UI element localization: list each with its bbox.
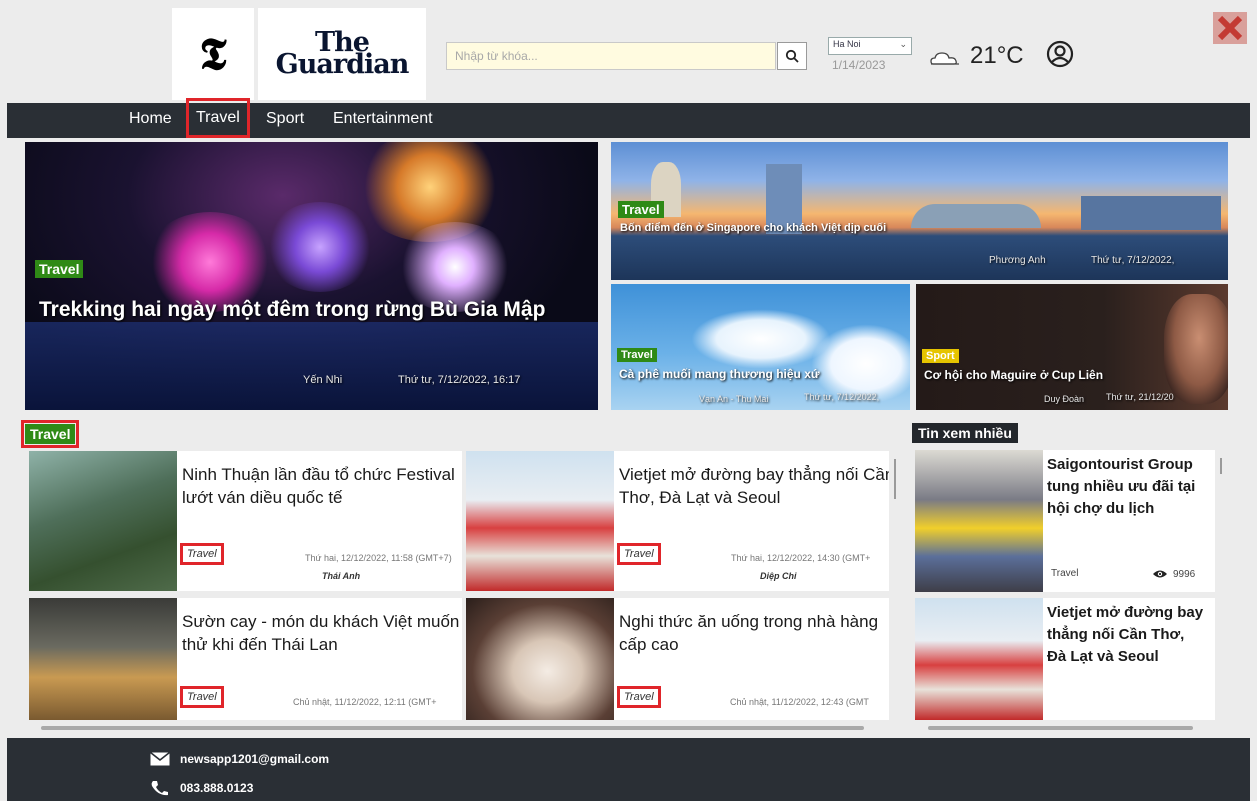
hero-bottom-left-title[interactable]: Cà phê muối mang thương hiệu xứ	[619, 367, 820, 381]
nyt-logo-glyph: 𝕿	[199, 28, 227, 80]
hero-main-image-part	[265, 202, 375, 292]
hero-top-right-title[interactable]: Bốn điểm đến ở Singapore cho khách Việt …	[620, 222, 886, 234]
article-thumbnail	[466, 451, 614, 591]
nav-item-home[interactable]: Home	[129, 110, 172, 128]
article-card[interactable]: Sườn cay - món du khách Việt muốn thử kh…	[29, 598, 462, 720]
section-travel-header[interactable]: Travel	[21, 420, 80, 448]
hero-main-tag[interactable]: Travel	[35, 260, 84, 278]
article-date: Chủ nhật, 11/12/2022, 12:11 (GMT+	[293, 697, 437, 707]
hero-main-card[interactable]: Travel Trekking hai ngày một đêm trong r…	[25, 142, 598, 410]
hero-bottom-left-date: Thứ tư, 7/12/2022,	[804, 392, 880, 402]
article-thumbnail	[29, 598, 177, 720]
most-viewed-vertical-scrollbar[interactable]	[1220, 458, 1222, 474]
search-icon	[785, 49, 799, 63]
footer: newsapp1201@gmail.com 083.888.0123	[7, 738, 1250, 801]
article-date: Thứ hai, 12/12/2022, 14:30 (GMT+	[731, 553, 871, 563]
guardian-logo[interactable]: The Guardian	[258, 8, 426, 100]
hero-bottom-right-image	[1164, 294, 1228, 404]
hero-top-right-image-part	[1081, 196, 1221, 230]
mail-icon	[150, 752, 170, 766]
hero-top-right-tag[interactable]: Travel	[618, 201, 664, 218]
article-title[interactable]: Ninh Thuận lần đầu tổ chức Festival lướt…	[182, 463, 462, 509]
eye-icon	[1153, 570, 1167, 578]
close-button[interactable]	[1213, 12, 1247, 44]
city-select-value: Ha Noi	[833, 39, 861, 49]
article-tag[interactable]: Travel	[180, 686, 224, 708]
nav-item-entertainment[interactable]: Entertainment	[333, 110, 433, 128]
most-viewed-title[interactable]: Vietjet mở đường bay thẳng nối Cần Thơ, …	[1047, 602, 1207, 668]
article-title[interactable]: Vietjet mở đường bay thẳng nối Cần Thơ, …	[619, 463, 889, 509]
hero-bottom-right-tag[interactable]: Sport	[922, 349, 959, 363]
city-select[interactable]: Ha Noi ⌄	[828, 37, 912, 55]
most-viewed-horizontal-scrollbar[interactable]	[928, 726, 1193, 730]
phone-icon	[151, 781, 168, 796]
close-icon	[1217, 15, 1243, 41]
article-tag[interactable]: Travel	[180, 543, 224, 565]
main-nav: Home Travel Sport Entertainment	[7, 98, 1250, 138]
article-thumbnail	[466, 598, 614, 720]
article-author: Diệp Chi	[760, 571, 797, 581]
search-button[interactable]	[777, 42, 807, 70]
chevron-down-icon: ⌄	[899, 39, 907, 49]
hero-bottom-left-card[interactable]: Travel Cà phê muối mang thương hiệu xứ V…	[611, 284, 910, 410]
article-thumbnail	[29, 451, 177, 591]
nav-item-travel[interactable]: Travel	[186, 98, 250, 138]
article-title[interactable]: Nghi thức ăn uống trong nhà hàng cấp cao	[619, 610, 889, 656]
hero-bottom-right-date: Thứ tư, 21/12/20	[1106, 392, 1174, 402]
hero-top-right-date: Thứ tư, 7/12/2022,	[1091, 255, 1175, 266]
article-tag[interactable]: Travel	[617, 686, 661, 708]
article-tag[interactable]: Travel	[617, 543, 661, 565]
most-viewed-thumbnail	[915, 598, 1043, 720]
article-author: Thái Anh	[322, 571, 361, 581]
guardian-logo-line2: Guardian	[275, 49, 410, 80]
hero-bottom-left-author: Vạn An - Thu Mai	[699, 394, 769, 404]
footer-phone[interactable]: 083.888.0123	[150, 780, 253, 796]
user-icon[interactable]	[1045, 39, 1075, 69]
hero-top-right-image-part	[911, 204, 1041, 228]
hero-bottom-left-tag[interactable]: Travel	[617, 348, 657, 362]
hero-main-image-part	[25, 322, 598, 410]
search-placeholder: Nhập từ khóa...	[455, 49, 538, 63]
hero-top-right-card[interactable]: Travel Bốn điểm đến ở Singapore cho khác…	[611, 142, 1228, 280]
footer-email-text: newsapp1201@gmail.com	[180, 752, 330, 766]
article-title[interactable]: Sườn cay - món du khách Việt muốn thử kh…	[182, 610, 462, 656]
nav-item-sport[interactable]: Sport	[266, 110, 304, 128]
hero-bottom-right-title[interactable]: Cơ hội cho Maguire ở Cup Liên	[924, 368, 1103, 382]
section-most-viewed-header: Tin xem nhiều	[912, 423, 1018, 443]
articles-horizontal-scrollbar[interactable]	[41, 726, 864, 730]
article-card[interactable]: Vietjet mở đường bay thẳng nối Cần Thơ, …	[466, 451, 889, 591]
news-app-window: 𝕿 The Guardian Nhập từ khóa... Ha Noi ⌄ …	[0, 0, 1257, 801]
nyt-logo[interactable]: 𝕿	[172, 8, 254, 100]
hero-main-title[interactable]: Trekking hai ngày một đêm trong rừng Bù …	[39, 294, 589, 326]
section-travel-label: Travel	[25, 424, 76, 444]
article-card[interactable]: Nghi thức ăn uống trong nhà hàng cấp cao…	[466, 598, 889, 720]
hero-top-right-author: Phương Anh	[989, 255, 1046, 266]
cloud-icon	[930, 52, 959, 65]
footer-phone-text: 083.888.0123	[180, 781, 254, 795]
articles-vertical-scrollbar[interactable]	[894, 459, 896, 499]
temperature: 21°C	[970, 42, 1024, 69]
hero-bottom-right-author: Duy Đoàn	[1044, 394, 1085, 404]
footer-email[interactable]: newsapp1201@gmail.com	[150, 752, 329, 766]
hero-main-date: Thứ tư, 7/12/2022, 16:17	[398, 374, 521, 386]
most-viewed-item[interactable]: Saigontourist Group tung nhiều ưu đãi tạ…	[915, 450, 1215, 592]
article-date: Thứ hai, 12/12/2022, 11:58 (GMT+7)	[305, 553, 452, 563]
most-viewed-title[interactable]: Saigontourist Group tung nhiều ưu đãi tạ…	[1047, 454, 1207, 520]
hero-bottom-left-image	[691, 309, 831, 369]
article-card[interactable]: Ninh Thuận lần đầu tổ chức Festival lướt…	[29, 451, 462, 591]
hero-main-author: Yến Nhi	[303, 374, 343, 386]
search-input[interactable]: Nhập từ khóa...	[446, 42, 776, 70]
current-date: 1/14/2023	[832, 58, 886, 72]
hero-bottom-right-card[interactable]: Sport Cơ hội cho Maguire ở Cup Liên Duy …	[916, 284, 1228, 410]
most-viewed-item[interactable]: Vietjet mở đường bay thẳng nối Cần Thơ, …	[915, 598, 1215, 720]
most-viewed-tag[interactable]: Travel	[1051, 568, 1078, 579]
most-viewed-views: 9996	[1173, 569, 1196, 580]
article-date: Chủ nhật, 11/12/2022, 12:43 (GMT	[730, 697, 869, 707]
most-viewed-thumbnail	[915, 450, 1043, 592]
